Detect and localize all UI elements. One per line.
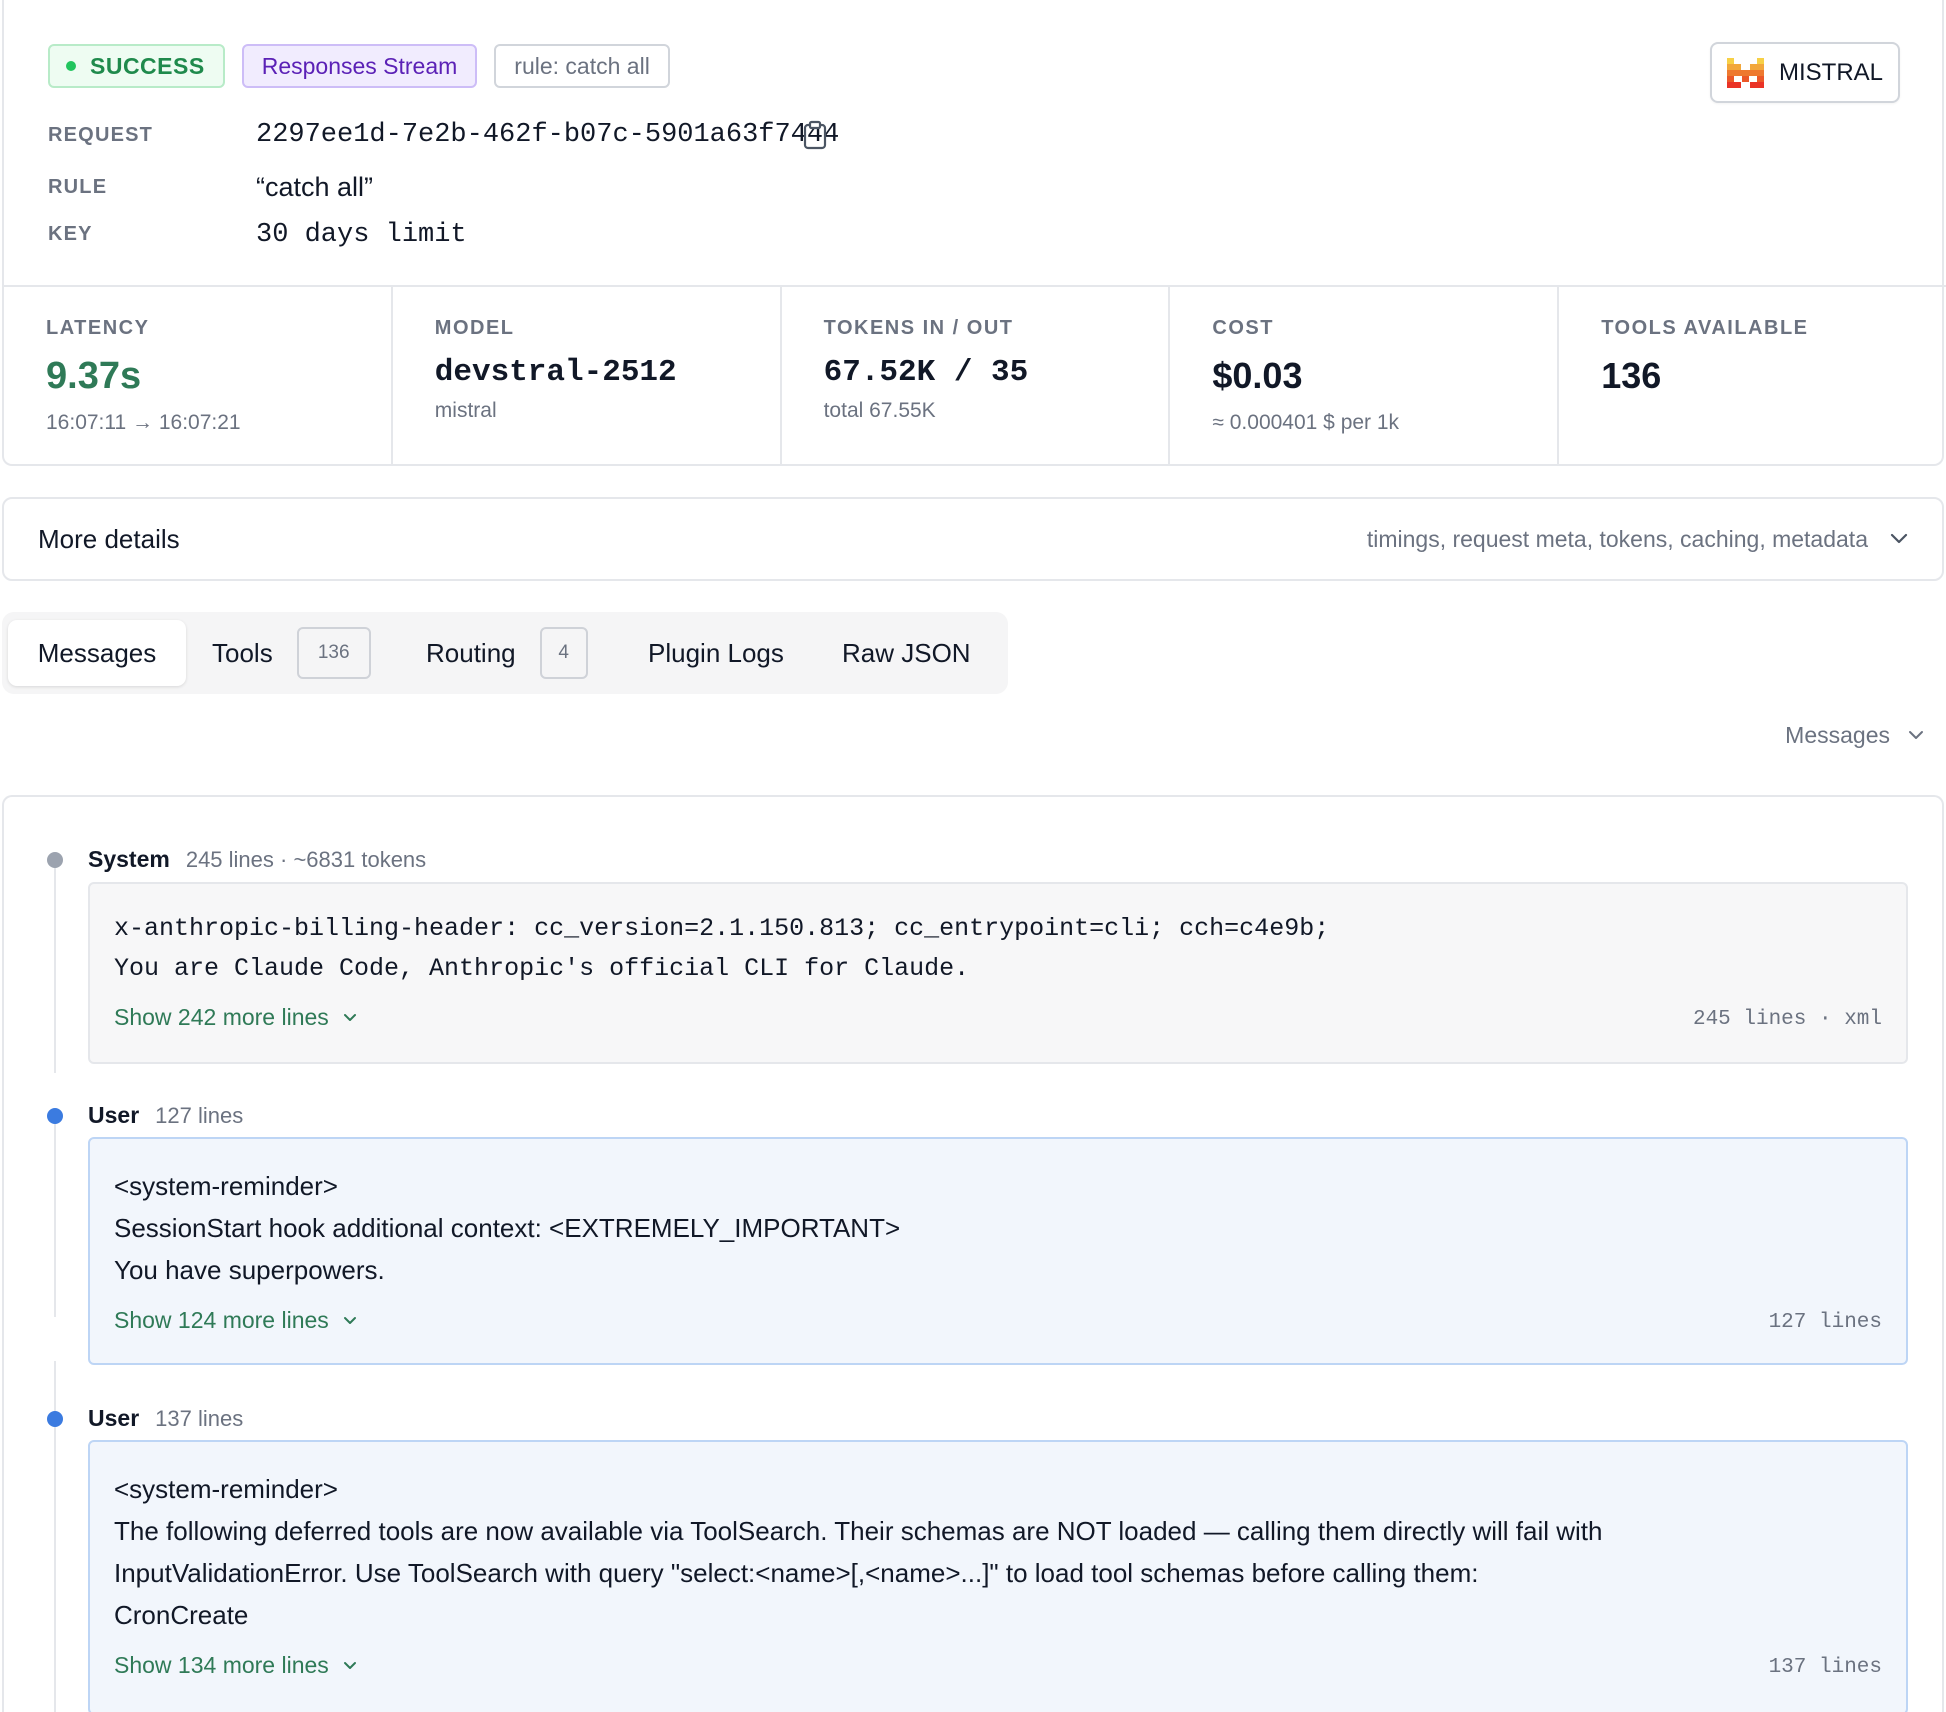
message-role-header: User 127 lines — [88, 1102, 243, 1129]
message-line: The following deferred tools are now ava… — [114, 1516, 1603, 1546]
chevron-down-icon — [343, 1316, 356, 1324]
tab-messages-label: Messages — [37, 637, 157, 668]
tab-bar: Messages Tools 136 Routing 4 Plugin Logs… — [2, 612, 1008, 694]
message-content: x-anthropic-billing-header: cc_version=2… — [88, 882, 1908, 1064]
status-badges: SUCCESS Responses Stream rule: catch all — [48, 44, 670, 88]
key-value: 30 days limit — [256, 220, 467, 250]
message-line: CronCreate — [114, 1600, 249, 1630]
more-details-summary: timings, request meta, tokens, caching, … — [1366, 525, 1868, 552]
provider-name: MISTRAL — [1778, 58, 1883, 86]
success-dot-icon — [66, 61, 76, 71]
message-content: <system-reminder> SessionStart hook addi… — [88, 1137, 1908, 1365]
tab-routing[interactable]: Routing 4 — [426, 620, 588, 686]
tokens-total: total 67.55K — [823, 399, 936, 422]
provider-button[interactable]: MISTRAL — [1710, 42, 1900, 103]
tab-raw-json-label: Raw JSON — [842, 637, 971, 668]
message-line: x-anthropic-billing-header: cc_version=2… — [114, 914, 1330, 943]
timeline-line — [54, 1117, 56, 1317]
message-role: User — [88, 1405, 140, 1431]
rule-badge: rule: catch all — [494, 44, 670, 88]
show-more-button[interactable]: Show 124 more lines — [114, 1307, 357, 1334]
tab-tools-label: Tools — [212, 637, 273, 668]
message-line: You have superpowers. — [114, 1255, 385, 1285]
stream-type-badge: Responses Stream — [241, 44, 478, 88]
show-more-button[interactable]: Show 134 more lines — [114, 1652, 357, 1679]
show-more-label: Show 242 more lines — [114, 1004, 329, 1030]
cost-label: COST — [1212, 317, 1274, 339]
system-role-dot — [47, 852, 63, 868]
model-value: devstral-2512 — [434, 355, 677, 390]
message-line: <system-reminder> — [114, 1474, 338, 1504]
chevron-down-icon — [343, 1013, 356, 1021]
status-badge: SUCCESS — [48, 44, 225, 88]
user-role-dot — [47, 1108, 63, 1124]
chevron-down-icon — [1909, 731, 1923, 739]
message-line: SessionStart hook additional context: <E… — [114, 1213, 901, 1243]
message-role-header: System 245 lines · ~6831 tokens — [88, 846, 426, 873]
message-line: <system-reminder> — [114, 1171, 338, 1201]
chevron-down-icon — [343, 1661, 356, 1669]
timeline-line — [54, 861, 56, 1073]
model-provider: mistral — [434, 399, 497, 422]
user-role-dot — [47, 1411, 63, 1427]
mistral-logo-icon — [1726, 57, 1764, 88]
message-content: <system-reminder> The following deferred… — [88, 1440, 1908, 1712]
show-more-label: Show 124 more lines — [114, 1307, 329, 1333]
tokens-stat: TOKENS IN / OUT 67.52K / 35 total 67.55K — [782, 287, 1171, 466]
messages-panel: System 245 lines · ~6831 tokens x-anthro… — [2, 795, 1944, 1712]
tokens-label: TOKENS IN / OUT — [823, 317, 1014, 339]
latency-range: 16:07:11 → 16:07:21 — [46, 411, 241, 434]
tab-plugin-logs[interactable]: Plugin Logs — [648, 620, 784, 686]
more-details-summary-wrap: timings, request meta, tokens, caching, … — [1367, 526, 1908, 553]
latency-stat: LATENCY 9.37s 16:07:11 → 16:07:21 — [4, 287, 393, 466]
message-meta: 137 lines — [155, 1406, 244, 1431]
latency-label: LATENCY — [46, 317, 150, 339]
tools-value: 136 — [1601, 355, 1662, 396]
routing-count-badge: 4 — [539, 627, 588, 679]
tokens-value: 67.52K / 35 — [823, 355, 1029, 390]
request-summary-card: SUCCESS Responses Stream rule: catch all… — [2, 0, 1946, 466]
status-text: SUCCESS — [90, 52, 205, 79]
show-more-button[interactable]: Show 242 more lines — [114, 1004, 357, 1031]
chevron-down-icon — [1890, 533, 1908, 544]
tab-tools[interactable]: Tools 136 — [212, 620, 371, 686]
cost-stat: COST $0.03 ≈ 0.000401 $ per 1k — [1170, 287, 1560, 466]
message-footer: 127 lines — [1768, 1311, 1882, 1334]
tab-routing-label: Routing — [426, 637, 516, 668]
message-line: InputValidationError. Use ToolSearch wit… — [114, 1558, 1479, 1588]
tools-stat: TOOLS AVAILABLE 136 — [1559, 287, 1946, 466]
more-details-title: More details — [38, 523, 180, 554]
key-label: KEY — [48, 223, 93, 245]
model-stat: MODEL devstral-2512 mistral — [393, 287, 782, 466]
tab-raw-json[interactable]: Raw JSON — [842, 620, 971, 686]
model-label: MODEL — [434, 317, 515, 339]
message-filter-value: Messages — [1785, 722, 1890, 748]
tools-label: TOOLS AVAILABLE — [1601, 317, 1809, 339]
copy-icon[interactable] — [802, 120, 828, 150]
message-role: System — [88, 846, 170, 872]
cost-value: $0.03 — [1212, 355, 1303, 396]
message-meta: 127 lines — [155, 1103, 244, 1128]
more-details-toggle[interactable]: More details timings, request meta, toke… — [2, 497, 1944, 581]
rule-label: RULE — [48, 176, 108, 198]
stats-row: LATENCY 9.37s 16:07:11 → 16:07:21 MODEL … — [4, 285, 1946, 466]
message-filter-dropdown[interactable]: Messages — [1785, 722, 1924, 749]
request-label: REQUEST — [48, 124, 154, 146]
tab-plugin-logs-label: Plugin Logs — [648, 637, 784, 668]
tools-count-badge: 136 — [296, 627, 371, 679]
message-footer: 137 lines — [1768, 1656, 1882, 1679]
rule-value: “catch all” — [256, 172, 374, 202]
request-id: 2297ee1d-7e2b-462f-b07c-5901a63f7444 — [256, 120, 840, 150]
message-meta: 245 lines · ~6831 tokens — [185, 847, 427, 872]
show-more-label: Show 134 more lines — [114, 1652, 329, 1678]
message-line: You are Claude Code, Anthropic's officia… — [114, 954, 970, 983]
cost-per-1k: ≈ 0.000401 $ per 1k — [1212, 411, 1400, 434]
message-role-header: User 137 lines — [88, 1405, 243, 1432]
message-role: User — [88, 1102, 140, 1128]
message-footer: 245 lines · xml — [1692, 1008, 1882, 1031]
tab-messages[interactable]: Messages — [8, 620, 186, 686]
latency-value: 9.37s — [46, 355, 142, 397]
